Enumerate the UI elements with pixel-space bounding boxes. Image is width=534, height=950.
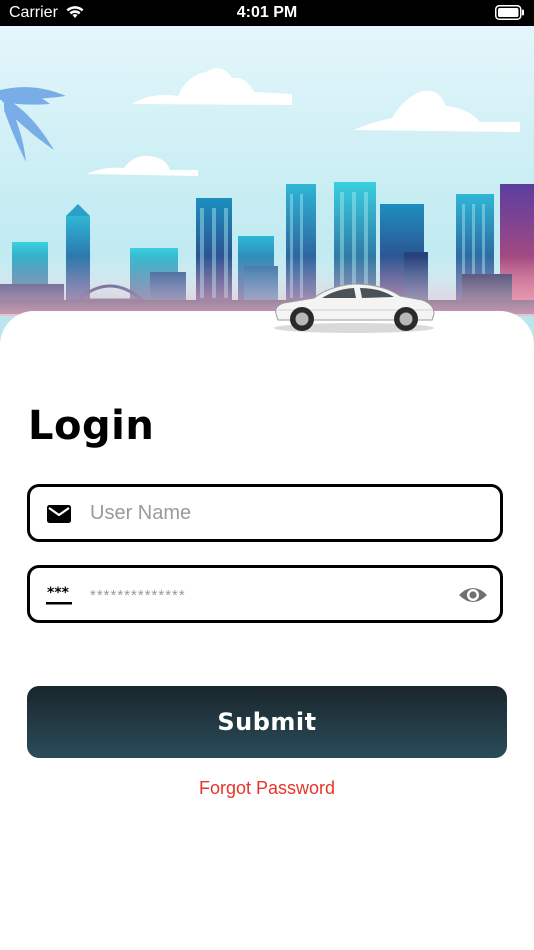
mail-icon <box>47 505 71 523</box>
car-image <box>274 283 435 333</box>
forgot-password-link[interactable]: Forgot Password <box>0 778 534 799</box>
login-title: Login <box>28 403 155 449</box>
eye-icon[interactable] <box>458 583 488 607</box>
status-bar: Carrier 4:01 PM <box>0 0 534 26</box>
password-dots-icon: *** <box>46 585 72 605</box>
password-field[interactable]: *** <box>27 565 503 623</box>
password-input[interactable] <box>90 576 450 612</box>
username-field[interactable] <box>27 484 503 542</box>
submit-button[interactable]: Submit <box>27 686 507 758</box>
city-skyline-image <box>0 26 534 346</box>
clock: 4:01 PM <box>236 4 298 21</box>
username-input[interactable] <box>90 495 450 531</box>
hero-illustration <box>0 26 534 346</box>
login-screen: Carrier 4:01 PM Login User Name *** Subm… <box>0 0 534 950</box>
svg-text:***: *** <box>47 585 70 601</box>
battery-icon <box>495 5 524 20</box>
